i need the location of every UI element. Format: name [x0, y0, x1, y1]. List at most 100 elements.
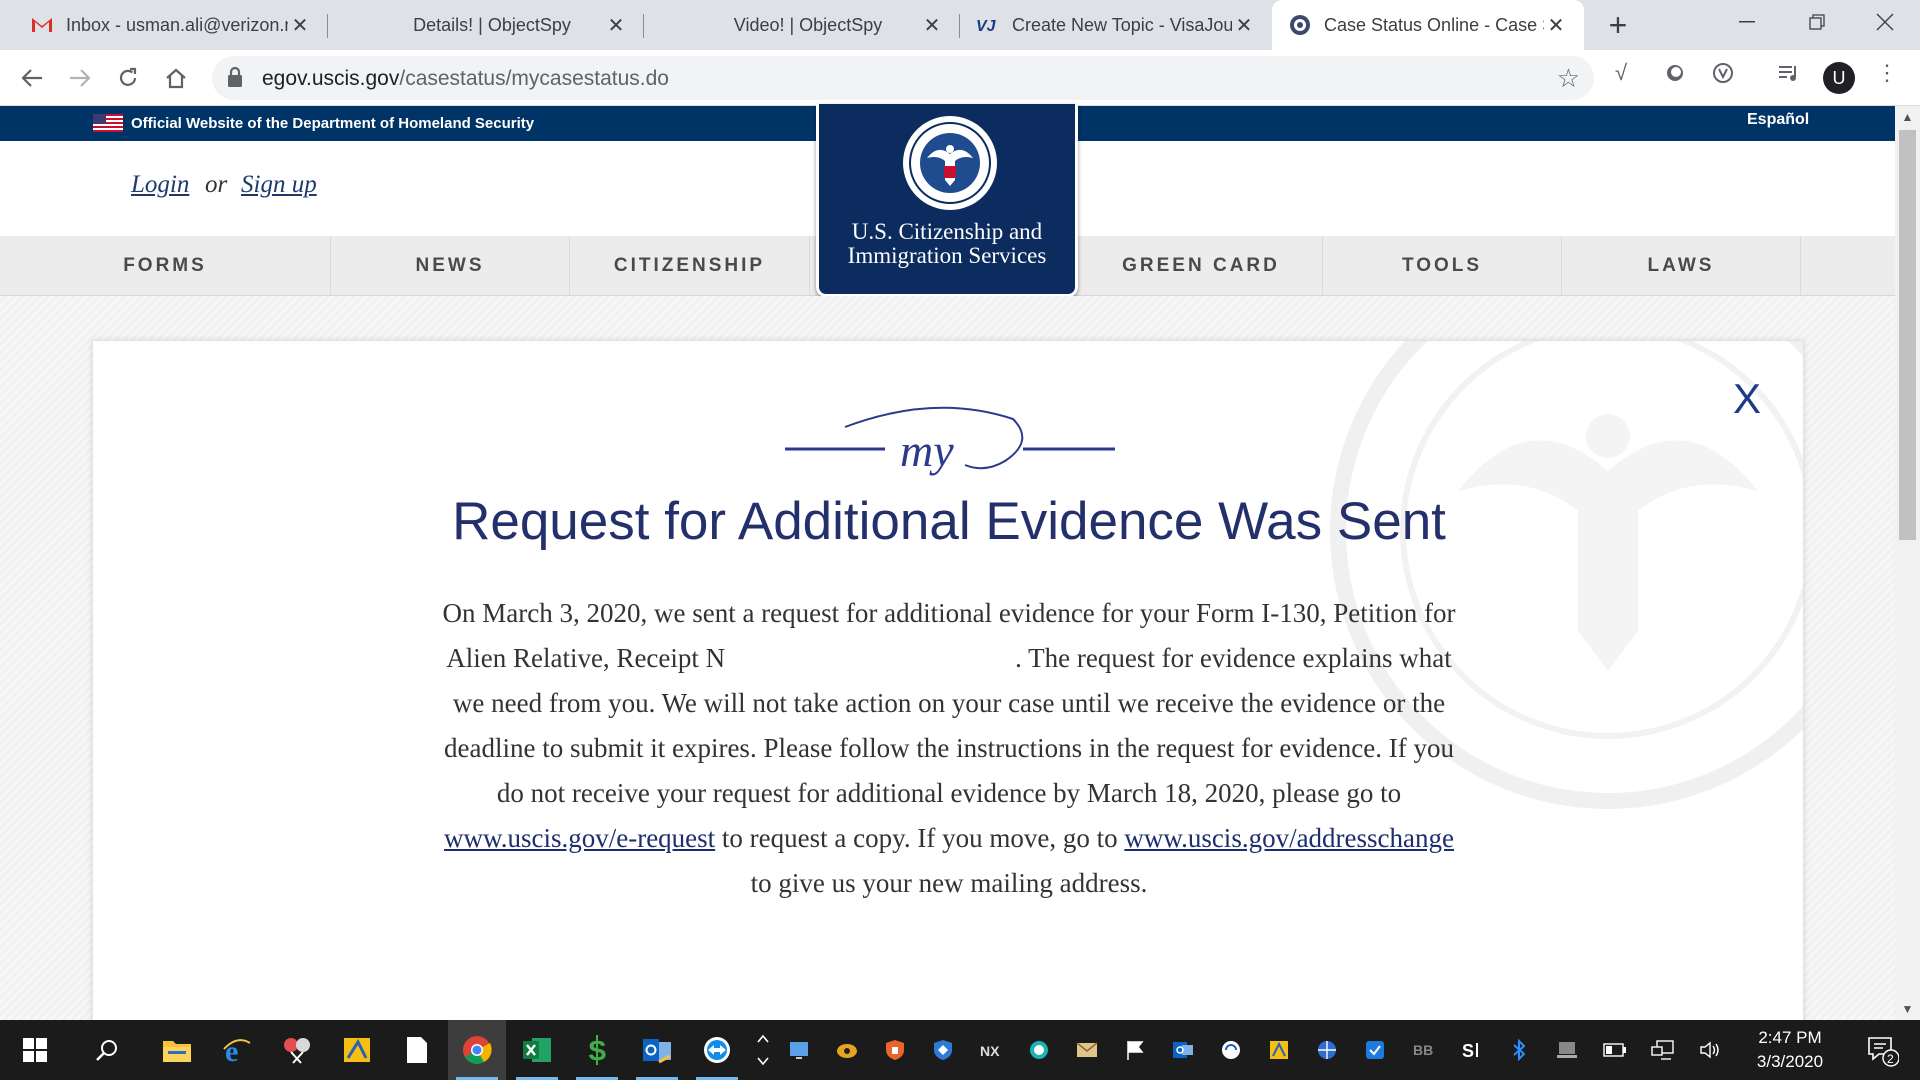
- agency-name-line1: U.S. Citizenship and: [851, 219, 1043, 244]
- tray-s-icon[interactable]: S: [1448, 1020, 1494, 1080]
- excel-icon: [523, 1038, 551, 1062]
- nav-laws[interactable]: LAWS: [1562, 236, 1801, 296]
- address-bar[interactable]: egov.uscis.gov/casestatus/mycasestatus.d…: [212, 56, 1594, 100]
- address-change-link[interactable]: www.uscis.gov/addresschange: [1124, 823, 1454, 853]
- chrome-icon: [463, 1036, 492, 1064]
- tray-flag-icon[interactable]: [1112, 1020, 1158, 1080]
- tray-globe-icon[interactable]: [1016, 1020, 1062, 1080]
- nav-tools[interactable]: TOOLS: [1323, 236, 1562, 296]
- tray-shield-icon[interactable]: [872, 1020, 918, 1080]
- close-button[interactable]: X: [1733, 375, 1761, 423]
- svg-text:BB: BB: [1413, 1042, 1433, 1058]
- close-icon: [1876, 13, 1894, 31]
- checkmark-extension-icon[interactable]: √: [1604, 56, 1638, 90]
- e-request-link[interactable]: www.uscis.gov/e-request: [444, 823, 715, 853]
- taskbar-chrome[interactable]: [448, 1020, 506, 1080]
- tab-objectspy-details[interactable]: Details! | ObjectSpy ✕: [328, 0, 644, 50]
- v-extension-icon[interactable]: [1706, 56, 1740, 90]
- minimize-icon: [1739, 21, 1755, 23]
- reload-button[interactable]: [110, 60, 146, 96]
- page-scrollbar[interactable]: ▲ ▼: [1895, 106, 1920, 1020]
- taskbar-s-app[interactable]: S: [568, 1020, 626, 1080]
- blank-icon: [344, 13, 368, 37]
- tray-bluetooth-icon[interactable]: [1496, 1020, 1542, 1080]
- more-menu-icon[interactable]: ⋮: [1870, 56, 1904, 90]
- tray-globe-blue-icon[interactable]: [1304, 1020, 1350, 1080]
- outlook-icon: [643, 1039, 671, 1064]
- signup-link[interactable]: Sign up: [241, 171, 317, 199]
- nav-green-card[interactable]: GREEN CARD: [1080, 236, 1323, 296]
- lock-icon: [226, 66, 244, 93]
- scroll-down-arrow-icon[interactable]: ▼: [1895, 998, 1920, 1020]
- profile-avatar[interactable]: U: [1823, 62, 1855, 94]
- tray-nx-icon[interactable]: NX: [968, 1020, 1014, 1080]
- bookmark-star-icon[interactable]: ☆: [1557, 63, 1580, 94]
- tray-outlook-icon[interactable]: [1160, 1020, 1206, 1080]
- tray-volume-icon[interactable]: [1688, 1020, 1734, 1080]
- forward-button[interactable]: [62, 60, 98, 96]
- taskbar-outlook[interactable]: [628, 1020, 686, 1080]
- or-text: or: [205, 171, 228, 198]
- my-uscis-logo: my: [785, 406, 1115, 476]
- nav-news[interactable]: NEWS: [331, 236, 570, 296]
- tab-title: Case Status Online - Case Status: [1324, 14, 1544, 35]
- tab-title: Video! | ObjectSpy: [733, 14, 883, 35]
- tray-blue-shield-icon[interactable]: [920, 1020, 966, 1080]
- home-button[interactable]: [158, 60, 194, 96]
- case-status-card: X my Request for Additional Evidence Was…: [92, 340, 1804, 1040]
- start-button[interactable]: [6, 1020, 64, 1080]
- minimize-button[interactable]: [1712, 0, 1782, 44]
- tray-battery-icon[interactable]: [1592, 1020, 1638, 1080]
- chevron-up-down-icon: [757, 1034, 769, 1066]
- circle-extension-icon[interactable]: [1658, 56, 1692, 90]
- taskbar-internet-explorer[interactable]: e: [208, 1020, 266, 1080]
- tray-cloud-icon[interactable]: [824, 1020, 870, 1080]
- tray-bb-icon[interactable]: BB: [1400, 1020, 1446, 1080]
- tray-sticky-icon[interactable]: [1256, 1020, 1302, 1080]
- browser-toolbar: egov.uscis.gov/casestatus/mycasestatus.d…: [0, 50, 1920, 106]
- tray-network-icon[interactable]: [1640, 1020, 1686, 1080]
- tab-objectspy-video[interactable]: Video! | ObjectSpy ✕: [644, 0, 960, 50]
- blank-icon: [660, 13, 684, 37]
- close-tab-icon[interactable]: ✕: [604, 13, 628, 37]
- restore-button[interactable]: [1782, 0, 1852, 44]
- svg-text:e: e: [225, 1035, 238, 1065]
- taskbar-clock[interactable]: 2:47 PM 3/3/2020: [1735, 1026, 1845, 1074]
- login-link[interactable]: Login: [131, 171, 189, 199]
- green-s-icon: S: [588, 1035, 607, 1065]
- nav-forms[interactable]: FORMS: [0, 236, 331, 296]
- close-tab-icon[interactable]: ✕: [1232, 13, 1256, 37]
- back-button[interactable]: [14, 60, 50, 96]
- tray-refresh-icon[interactable]: [1208, 1020, 1254, 1080]
- tab-gmail-inbox[interactable]: Inbox - usman.ali@verizon.n ✕: [14, 0, 328, 50]
- url-text[interactable]: egov.uscis.gov/casestatus/mycasestatus.d…: [262, 67, 669, 91]
- taskbar-excel[interactable]: [508, 1020, 566, 1080]
- close-window-button[interactable]: [1850, 0, 1920, 44]
- media-controls-icon[interactable]: [1772, 56, 1806, 90]
- taskbar-notepad[interactable]: [388, 1020, 446, 1080]
- tab-visajourney[interactable]: VJ Create New Topic - VisaJourney ✕: [960, 0, 1272, 50]
- action-center-button[interactable]: 2: [1852, 1020, 1912, 1080]
- uscis-logo[interactable]: U.S. Citizenship and Immigration Service…: [816, 104, 1078, 297]
- tray-diamond-icon[interactable]: [1352, 1020, 1398, 1080]
- scroll-up-arrow-icon[interactable]: ▲: [1895, 106, 1920, 128]
- tab-case-status[interactable]: Case Status Online - Case Status ✕: [1272, 0, 1584, 50]
- taskbar-snipping-tool[interactable]: [268, 1020, 326, 1080]
- nav-citizenship[interactable]: CITIZENSHIP: [570, 236, 810, 296]
- close-tab-icon[interactable]: ✕: [1544, 13, 1568, 37]
- tray-device-icon[interactable]: [1544, 1020, 1590, 1080]
- new-tab-button[interactable]: +: [1600, 7, 1636, 43]
- taskbar-sticky-app[interactable]: [328, 1020, 386, 1080]
- windows-logo-icon: [23, 1038, 47, 1062]
- scrollbar-thumb[interactable]: [1899, 130, 1916, 540]
- dhs-seal-icon: [1288, 13, 1312, 37]
- tray-mail-icon[interactable]: [1064, 1020, 1110, 1080]
- reload-icon: [119, 67, 137, 86]
- search-button[interactable]: [78, 1020, 136, 1080]
- tray-monitor-icon[interactable]: [776, 1020, 822, 1080]
- close-tab-icon[interactable]: ✕: [288, 13, 312, 37]
- close-tab-icon[interactable]: ✕: [920, 13, 944, 37]
- taskbar-file-explorer[interactable]: [148, 1020, 206, 1080]
- gmail-icon: [30, 13, 54, 37]
- espanol-link[interactable]: Español: [1747, 111, 1809, 129]
